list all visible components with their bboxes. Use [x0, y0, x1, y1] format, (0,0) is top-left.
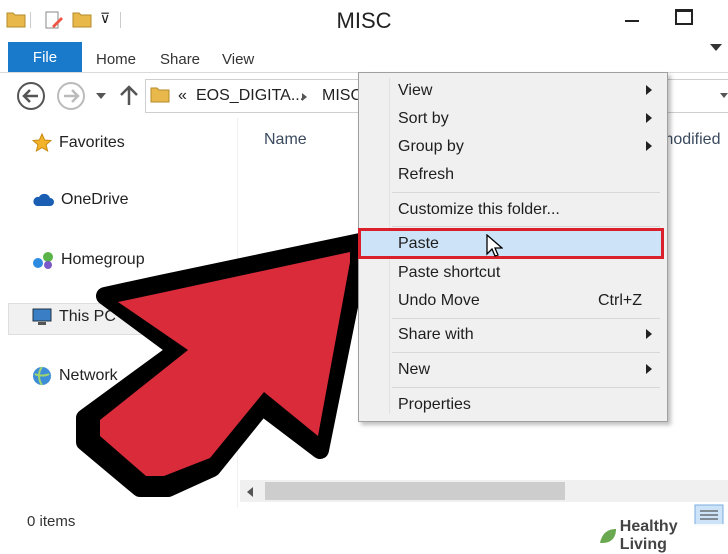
submenu-arrow-icon — [646, 113, 652, 123]
submenu-arrow-icon — [646, 85, 652, 95]
submenu-arrow-icon — [646, 329, 652, 339]
menu-item-paste[interactable]: Paste — [398, 235, 439, 253]
menu-separator — [392, 352, 660, 353]
menu-item-view[interactable]: View — [398, 82, 432, 100]
menu-shortcut: Ctrl+Z — [598, 292, 642, 309]
mouse-cursor-icon — [486, 234, 503, 257]
menu-separator — [392, 192, 660, 193]
menu-item-refresh[interactable]: Refresh — [398, 166, 454, 184]
menu-item-paste-shortcut[interactable]: Paste shortcut — [398, 264, 500, 282]
menu-separator — [392, 318, 660, 319]
watermark-text: Healthy Living — [619, 517, 678, 553]
menu-separator — [392, 226, 660, 227]
menu-separator — [392, 387, 660, 388]
menu-item-customize-folder[interactable]: Customize this folder... — [398, 201, 560, 219]
menu-item-new[interactable]: New — [398, 361, 430, 379]
menu-item-group-by[interactable]: Group by — [398, 138, 464, 156]
submenu-arrow-icon — [646, 364, 652, 374]
submenu-arrow-icon — [646, 141, 652, 151]
menu-item-share-with[interactable]: Share with — [398, 326, 474, 344]
menu-item-properties[interactable]: Properties — [398, 396, 471, 414]
leaf-icon — [600, 528, 616, 543]
menu-item-sort-by[interactable]: Sort by — [398, 110, 449, 128]
menu-item-undo-move[interactable]: Undo Move — [398, 292, 480, 310]
watermark: Healthy Living — [598, 518, 728, 553]
